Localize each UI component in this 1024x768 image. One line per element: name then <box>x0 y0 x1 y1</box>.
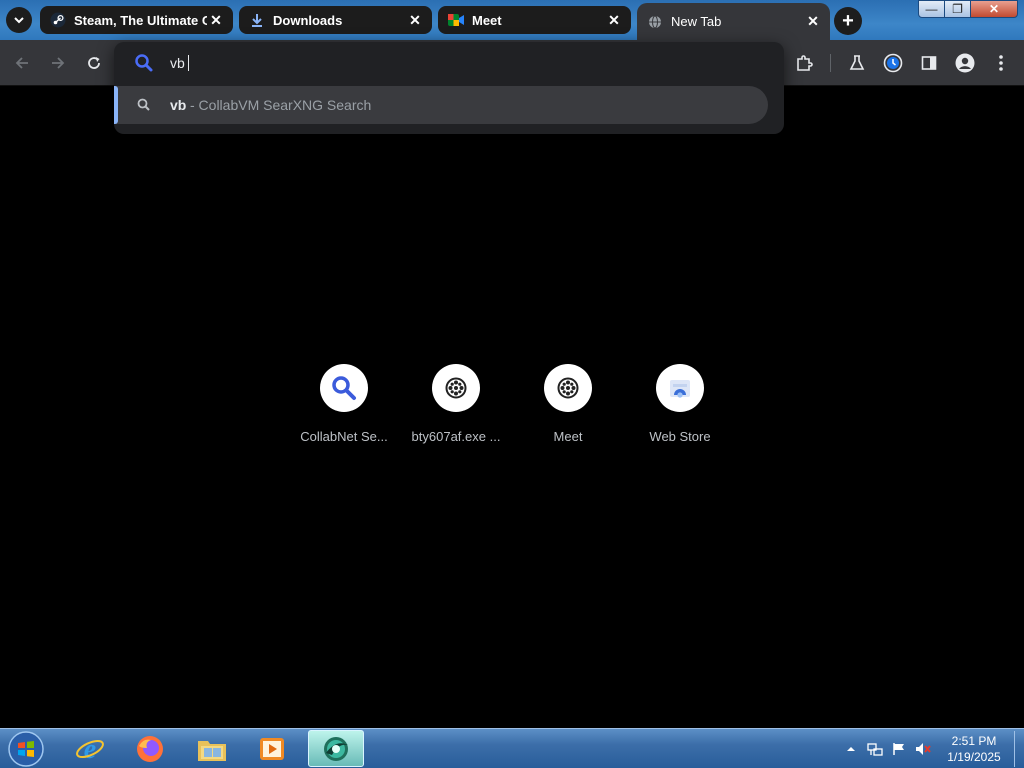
show-desktop-button[interactable] <box>1014 731 1024 767</box>
shortcut-icon-tile <box>656 364 704 412</box>
windows-taskbar: e 2:51 PM 1/19/2025 <box>0 728 1024 768</box>
tab-downloads[interactable]: Downloads ✕ <box>239 6 432 34</box>
chevron-down-icon <box>14 17 24 24</box>
steam-icon <box>50 12 66 28</box>
clock-time: 2:51 PM <box>951 734 997 748</box>
labs-button[interactable] <box>844 50 870 76</box>
profile-button[interactable] <box>952 50 978 76</box>
network-icon <box>867 743 883 756</box>
shortcut-label: CollabNet Se... <box>300 429 388 444</box>
avatar-icon <box>955 53 975 73</box>
search-icon <box>137 98 150 111</box>
action-center-tray-icon[interactable] <box>891 741 907 757</box>
shortcut-web-store[interactable]: Web Store <box>632 364 728 454</box>
address-bar[interactable]: vb <box>114 42 784 84</box>
tab-close-icon[interactable]: ✕ <box>406 11 424 29</box>
minimize-button[interactable]: — <box>918 0 945 18</box>
forward-button[interactable] <box>45 50 71 76</box>
omnibox-popup: vb vb - CollabVM SearXNG Search <box>114 42 784 134</box>
screen: Steam, The Ultimate Or ✕ Downloads ✕ Mee… <box>0 0 1024 768</box>
tab-close-icon[interactable]: ✕ <box>605 11 623 29</box>
film-reel-icon <box>445 377 467 399</box>
back-button[interactable] <box>9 50 35 76</box>
tab-close-icon[interactable]: ✕ <box>804 13 822 31</box>
start-button[interactable] <box>6 731 46 767</box>
more-vert-icon <box>999 55 1003 71</box>
selected-indicator <box>114 86 118 124</box>
download-icon <box>249 12 265 28</box>
film-reel-icon <box>557 377 579 399</box>
tab-new-tab[interactable]: New Tab ✕ <box>637 3 830 40</box>
clock-icon <box>883 53 903 73</box>
suggestion-description: - CollabVM SearXNG Search <box>190 97 372 113</box>
close-window-button[interactable]: ✕ <box>970 0 1018 18</box>
taskbar-clock[interactable]: 2:51 PM 1/19/2025 <box>940 733 1008 765</box>
omnibox-suggestion[interactable]: vb - CollabVM SearXNG Search <box>114 86 768 124</box>
extensions-button[interactable] <box>791 50 817 76</box>
file-explorer-icon <box>198 740 226 761</box>
tab-strip: Steam, The Ultimate Or ✕ Downloads ✕ Mee… <box>0 0 1024 40</box>
suggestion-query: vb <box>170 97 187 113</box>
firefox-icon <box>137 735 163 762</box>
shortcut-icon-tile <box>544 364 592 412</box>
reload-button[interactable] <box>81 50 107 76</box>
new-tab-button[interactable]: + <box>834 7 862 35</box>
history-button[interactable] <box>880 50 906 76</box>
clock-date: 1/19/2025 <box>947 750 1001 764</box>
shortcut-meet[interactable]: Meet <box>520 364 616 454</box>
taskbar-media-player[interactable] <box>244 730 300 767</box>
network-tray-icon[interactable] <box>867 741 883 757</box>
shortcut-icon-tile <box>432 364 480 412</box>
shortcut-collabnet[interactable]: CollabNet Se... <box>296 364 392 454</box>
shortcut-bty607af[interactable]: bty607af.exe ... <box>408 364 504 454</box>
shortcut-label: bty607af.exe ... <box>411 429 501 444</box>
taskbar-chromium[interactable] <box>308 730 364 767</box>
taskbar-firefox[interactable] <box>122 730 178 767</box>
show-hidden-icons-button[interactable] <box>843 741 859 757</box>
shortcut-label: Meet <box>553 429 583 444</box>
chevron-up-icon <box>847 747 855 751</box>
flask-icon <box>849 55 865 70</box>
internet-explorer-icon: e <box>76 734 104 764</box>
tab-meet[interactable]: Meet ✕ <box>438 6 631 34</box>
tab-title: Steam, The Ultimate Or <box>74 12 207 28</box>
arrow-right-icon <box>52 57 65 69</box>
taskbar-internet-explorer[interactable]: e <box>62 730 118 767</box>
arrow-left-icon <box>15 57 28 69</box>
side-panel-button[interactable] <box>916 50 942 76</box>
tab-title: Meet <box>472 12 502 28</box>
volume-tray-icon[interactable] <box>915 741 931 757</box>
svg-text:e: e <box>84 734 96 764</box>
media-player-icon <box>260 737 284 760</box>
chromium-icon <box>324 736 348 761</box>
flag-icon <box>893 743 904 755</box>
windows-logo-icon <box>8 731 44 767</box>
maximize-button[interactable]: ❐ <box>944 0 971 18</box>
side-panel-icon <box>921 56 937 70</box>
web-store-icon <box>670 380 690 398</box>
search-icon <box>332 376 356 400</box>
toolbar-divider <box>830 54 831 72</box>
menu-button[interactable] <box>988 50 1014 76</box>
globe-icon <box>647 14 663 30</box>
reload-icon <box>88 57 100 69</box>
text-caret <box>187 55 189 71</box>
tab-steam[interactable]: Steam, The Ultimate Or ✕ <box>40 6 233 34</box>
shortcut-label: Web Store <box>649 429 711 444</box>
tab-search-button[interactable] <box>6 7 32 33</box>
puzzle-icon <box>797 55 813 71</box>
meet-icon <box>448 12 464 28</box>
speaker-muted-icon <box>916 743 931 755</box>
tab-title: Downloads <box>273 12 343 28</box>
tab-title: New Tab <box>671 14 722 29</box>
tab-close-icon[interactable]: ✕ <box>207 11 225 29</box>
taskbar-file-explorer[interactable] <box>184 730 240 767</box>
address-input-text[interactable]: vb <box>170 55 189 71</box>
shortcut-icon-tile <box>320 364 368 412</box>
search-icon <box>135 54 153 72</box>
